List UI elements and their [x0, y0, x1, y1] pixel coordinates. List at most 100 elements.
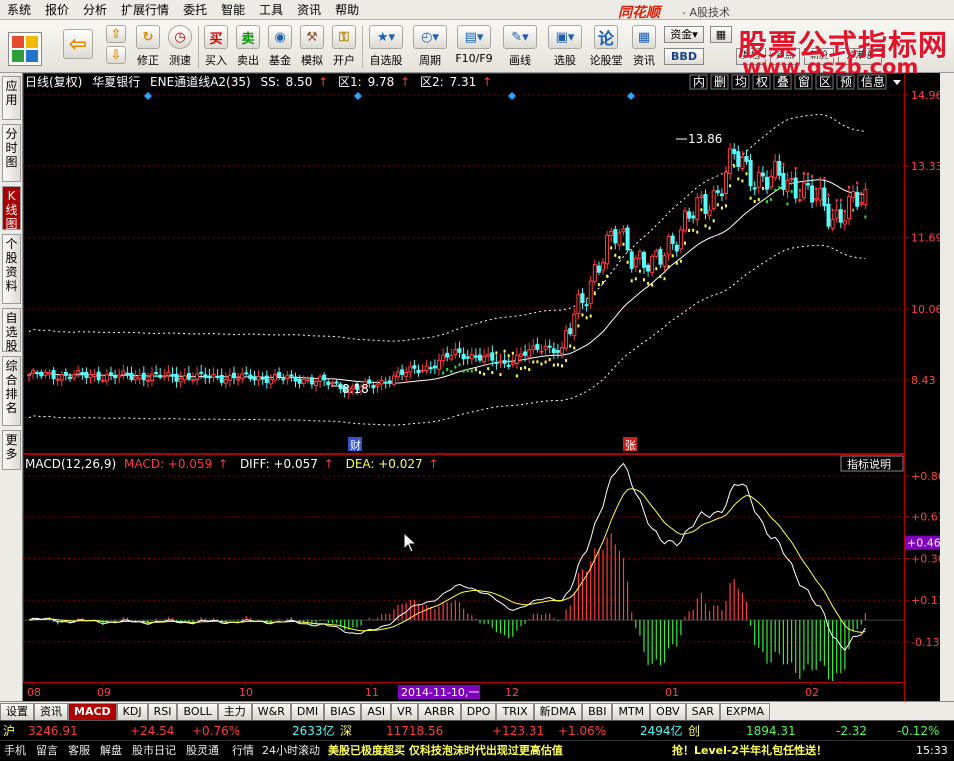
tab-dpo[interactable]: DPO	[460, 703, 497, 720]
status-service[interactable]: 客服	[68, 741, 90, 761]
menu-quote[interactable]: 报价	[38, 0, 76, 20]
app-logo-icon[interactable]	[8, 32, 42, 66]
candle	[715, 190, 720, 193]
grid-view-button[interactable]: ▦	[710, 26, 732, 43]
status-commentary[interactable]: 解盘	[100, 741, 122, 761]
status-24h[interactable]: 24小时滚动	[262, 741, 320, 761]
event-marker-rise[interactable]: 张	[625, 439, 636, 452]
tab-macd[interactable]: MACD	[68, 703, 117, 720]
tab-obv[interactable]: OBV	[650, 703, 686, 720]
kline-macd-chart[interactable]: 日线(复权) 华夏银行 ENE通道线A2(35) SS: 8.50 ↑ 区1: …	[23, 73, 954, 701]
indicator-help-button[interactable]: 指标说明	[847, 457, 891, 471]
tab-kline[interactable]: K线图	[2, 186, 21, 231]
speed-test-button[interactable]: ◷ 测速	[164, 23, 196, 71]
page-up-down-button[interactable]: ⇧ ⇩	[102, 23, 130, 71]
tab-vr[interactable]: VR	[391, 703, 419, 720]
back-button[interactable]: ⇦	[60, 23, 96, 71]
status-diary[interactable]: 股市日记	[132, 741, 176, 761]
forum-button[interactable]: 论论股堂	[588, 23, 624, 71]
event-marker-finance[interactable]: 财	[350, 438, 361, 452]
stock-screen-button[interactable]: ▣▾ 选股	[545, 23, 585, 71]
tab-stock-profile[interactable]: 个股资料	[2, 234, 21, 304]
chart-tool-button[interactable]: 预	[840, 75, 852, 89]
open-account-button[interactable]: ⚿ 开户	[328, 23, 360, 71]
status-market[interactable]: 行情	[232, 741, 254, 761]
sell-button[interactable]: 卖卖出	[232, 23, 264, 71]
watchlist-button[interactable]: ★▾ 自选股	[366, 23, 406, 71]
status-promo[interactable]: 抢！Level-2半年礼包任性送！	[672, 741, 827, 761]
chart-tool-button[interactable]: 信息	[861, 74, 885, 89]
menu-smart[interactable]: 智能	[214, 0, 252, 20]
candle	[662, 255, 667, 267]
candle	[830, 219, 835, 229]
status-message[interactable]: 留言	[36, 741, 58, 761]
chart-tool-button[interactable]: 叠	[777, 75, 789, 89]
menu-system[interactable]: 系统	[0, 0, 38, 20]
candle	[838, 209, 843, 223]
tab-asi[interactable]: ASI	[361, 703, 392, 720]
candle	[268, 379, 273, 385]
tab-ranking[interactable]: 综合排名	[2, 356, 21, 426]
draw-line-button[interactable]: ✎▾ 画线	[500, 23, 540, 71]
tab-arbr[interactable]: ARBR	[418, 703, 461, 720]
chart-tool-button[interactable]: 内	[693, 75, 705, 89]
chart-tool-button[interactable]: 均	[735, 75, 747, 89]
simulate-button[interactable]: ⚒ 模拟	[296, 23, 328, 71]
tab-kdj[interactable]: KDJ	[116, 703, 148, 720]
tab-news[interactable]: 资讯	[34, 703, 68, 720]
toolbar: ⇦ ⇧ ⇩ ↻ 修正 ◷ 测速 买买入 卖卖出 ◉ 基金 ⚒ 模拟 ⚿ 开户 ★▾ 自选股 …	[0, 20, 954, 79]
candle	[519, 353, 523, 357]
tab-rsi[interactable]: RSI	[147, 703, 178, 720]
tab-apps[interactable]: 应用	[2, 76, 21, 120]
candle	[654, 250, 659, 257]
index-ticker[interactable]: 沪 3246.91 +24.54 +0.76% 2633亿 深 11718.56…	[0, 720, 954, 740]
tab-intraday[interactable]: 分时图	[2, 124, 21, 182]
menu-news[interactable]: 资讯	[290, 0, 328, 20]
buy-button[interactable]: 买买入	[200, 23, 232, 71]
chart-tool-button[interactable]: 权	[756, 75, 768, 89]
tab-bbi[interactable]: BBI	[582, 703, 613, 720]
tab-mtm[interactable]: MTM	[612, 703, 651, 720]
tab-main-force[interactable]: 主力	[217, 703, 252, 720]
right-scroll-strip[interactable]	[940, 73, 954, 701]
adjust-button[interactable]: ↻ 修正	[132, 23, 164, 71]
tab-trix[interactable]: TRIX	[496, 703, 534, 720]
status-mobile[interactable]: 手机	[4, 741, 26, 761]
tab-more[interactable]: 更多	[2, 430, 21, 470]
candle	[498, 360, 503, 363]
fund-button[interactable]: ◉ 基金	[264, 23, 296, 71]
chart-tool-button[interactable]: 删	[714, 75, 726, 89]
tab-sar[interactable]: SAR	[685, 703, 720, 720]
chart-tool-button[interactable]: 窗	[798, 75, 810, 89]
menu-trade[interactable]: 委托	[176, 0, 214, 20]
chart-tool-button[interactable]: 区	[819, 75, 831, 89]
tab-bias[interactable]: BIAS	[324, 703, 362, 720]
fund-flow-dropdown[interactable]: 资金▾	[664, 26, 704, 43]
tab-new-dma[interactable]: 新DMA	[533, 703, 583, 720]
cy-index: 1894.31	[746, 724, 796, 738]
f10-button[interactable]: ▤▾ F10/F9	[453, 23, 495, 71]
menu-help[interactable]: 帮助	[328, 0, 366, 20]
tab-settings[interactable]: 设置	[0, 703, 34, 720]
status-news[interactable]: 美股已极度超买 仅科技泡沫时代出现过更高估值	[328, 741, 563, 761]
menu-extended[interactable]: 扩展行情	[114, 0, 176, 20]
bbd-button[interactable]: BBD	[664, 48, 704, 65]
chart-area[interactable]: 日线(复权) 华夏银行 ENE通道线A2(35) SS: 8.50 ↑ 区1: …	[23, 73, 954, 701]
tab-watchlist[interactable]: 自选股	[2, 308, 21, 353]
status-stock-spirit[interactable]: 股灵通	[186, 741, 219, 761]
dropdown-icon[interactable]	[893, 80, 901, 85]
menu-tools[interactable]: 工具	[252, 0, 290, 20]
candle	[752, 187, 757, 190]
zone2-arrow-icon: ↑	[482, 75, 492, 89]
candle	[113, 375, 118, 379]
price-tick-label: 11.69	[911, 232, 943, 245]
tab-expma[interactable]: EXPMA	[719, 703, 771, 720]
news-button[interactable]: ▦ 资讯	[628, 23, 660, 71]
tab-wr[interactable]: W&R	[251, 703, 291, 720]
menu-analysis[interactable]: 分析	[76, 0, 114, 20]
tab-dmi[interactable]: DMI	[290, 703, 325, 720]
candle	[39, 371, 44, 377]
tab-boll[interactable]: BOLL	[177, 703, 218, 720]
candle	[646, 264, 651, 272]
period-button[interactable]: ◴▾ 周期	[410, 23, 450, 71]
